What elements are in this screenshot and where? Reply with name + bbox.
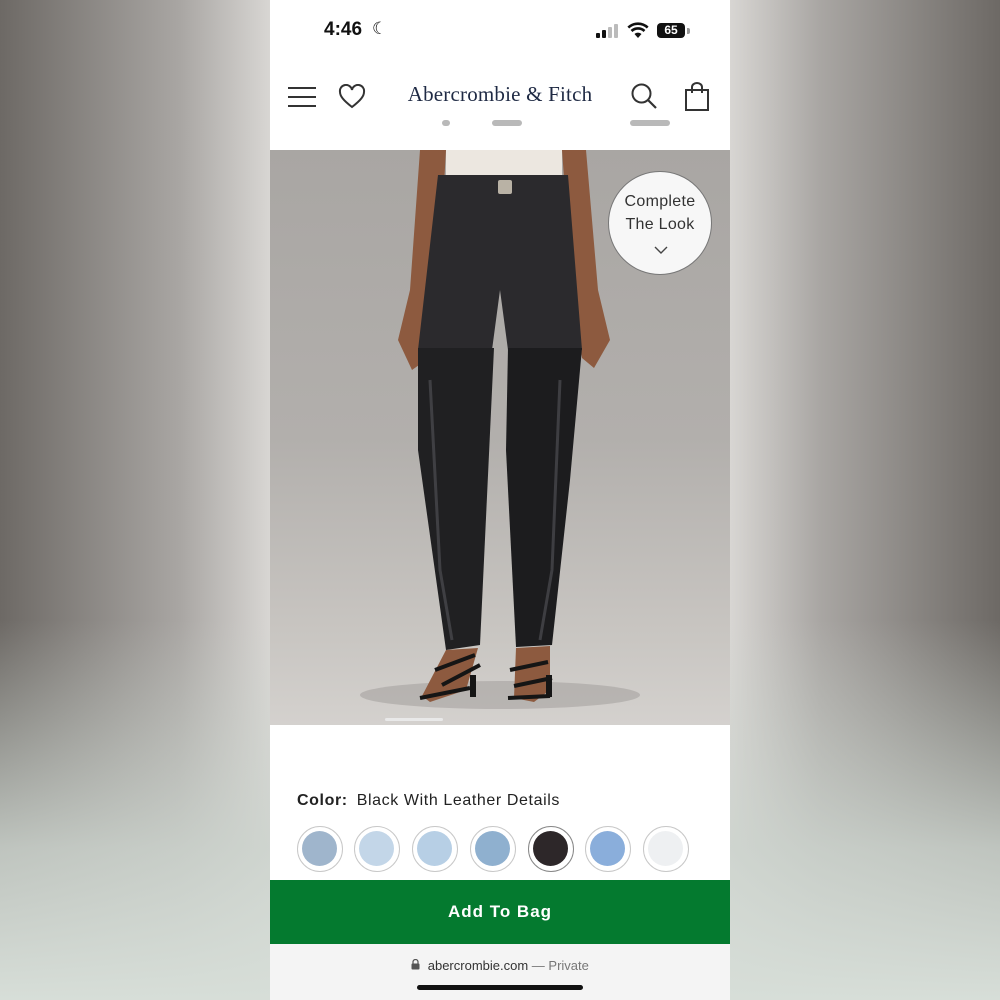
url-display: abercrombie.com — Private: [270, 958, 730, 973]
status-bar: 4:46 ☾ 65: [270, 0, 730, 64]
lock-icon: [411, 959, 420, 970]
battery-cap: [687, 28, 690, 34]
color-selection-label: Color: Black With Leather Details: [297, 792, 560, 810]
color-swatch[interactable]: [297, 826, 343, 872]
add-to-bag-button[interactable]: Add To Bag: [270, 880, 730, 944]
battery-icon: 65: [657, 23, 685, 38]
site-header: Abercrombie & Fitch: [270, 64, 730, 150]
color-label: Color:: [297, 792, 348, 809]
browser-address-bar[interactable]: abercrombie.com — Private: [270, 944, 730, 1000]
battery-level: 65: [664, 23, 678, 37]
image-carousel-indicator: [385, 718, 443, 721]
swatch-fill: [475, 831, 510, 866]
color-swatch[interactable]: [643, 826, 689, 872]
color-value: Black With Leather Details: [356, 792, 560, 809]
moon-icon: ☾: [372, 19, 388, 38]
swatch-fill: [590, 831, 625, 866]
swatch-fill: [648, 831, 683, 866]
brand-logo[interactable]: Abercrombie & Fitch: [270, 82, 730, 107]
private-mode-label: Private: [548, 958, 589, 973]
swatch-fill: [533, 831, 568, 866]
phone-screen: 4:46 ☾ 65 Abercrombie & Fitch Complete T…: [270, 0, 730, 1000]
color-swatches: [297, 826, 727, 874]
color-swatch[interactable]: [354, 826, 400, 872]
search-icon[interactable]: [630, 82, 658, 110]
shopping-bag-icon[interactable]: [684, 82, 710, 112]
swatch-fill: [417, 831, 452, 866]
color-swatch[interactable]: [470, 826, 516, 872]
color-swatch[interactable]: [585, 826, 631, 872]
chevron-down-icon: [654, 246, 668, 254]
wifi-icon: [627, 22, 649, 38]
complete-the-look-button[interactable]: Complete The Look: [608, 171, 712, 275]
color-swatch[interactable]: [412, 826, 458, 872]
cellular-signal-icon: [596, 24, 620, 38]
swatch-fill: [359, 831, 394, 866]
color-swatch-selected[interactable]: [528, 826, 574, 872]
url-separator: —: [531, 958, 545, 973]
complete-the-look-line1: Complete: [624, 193, 696, 210]
status-time: 4:46: [324, 19, 363, 40]
swatch-fill: [302, 831, 337, 866]
complete-the-look-line2: The Look: [625, 216, 695, 233]
product-image[interactable]: Complete The Look: [270, 150, 730, 725]
home-indicator[interactable]: [417, 985, 583, 990]
scrolled-off-text: [270, 112, 730, 130]
url-domain: abercrombie.com: [427, 958, 529, 973]
